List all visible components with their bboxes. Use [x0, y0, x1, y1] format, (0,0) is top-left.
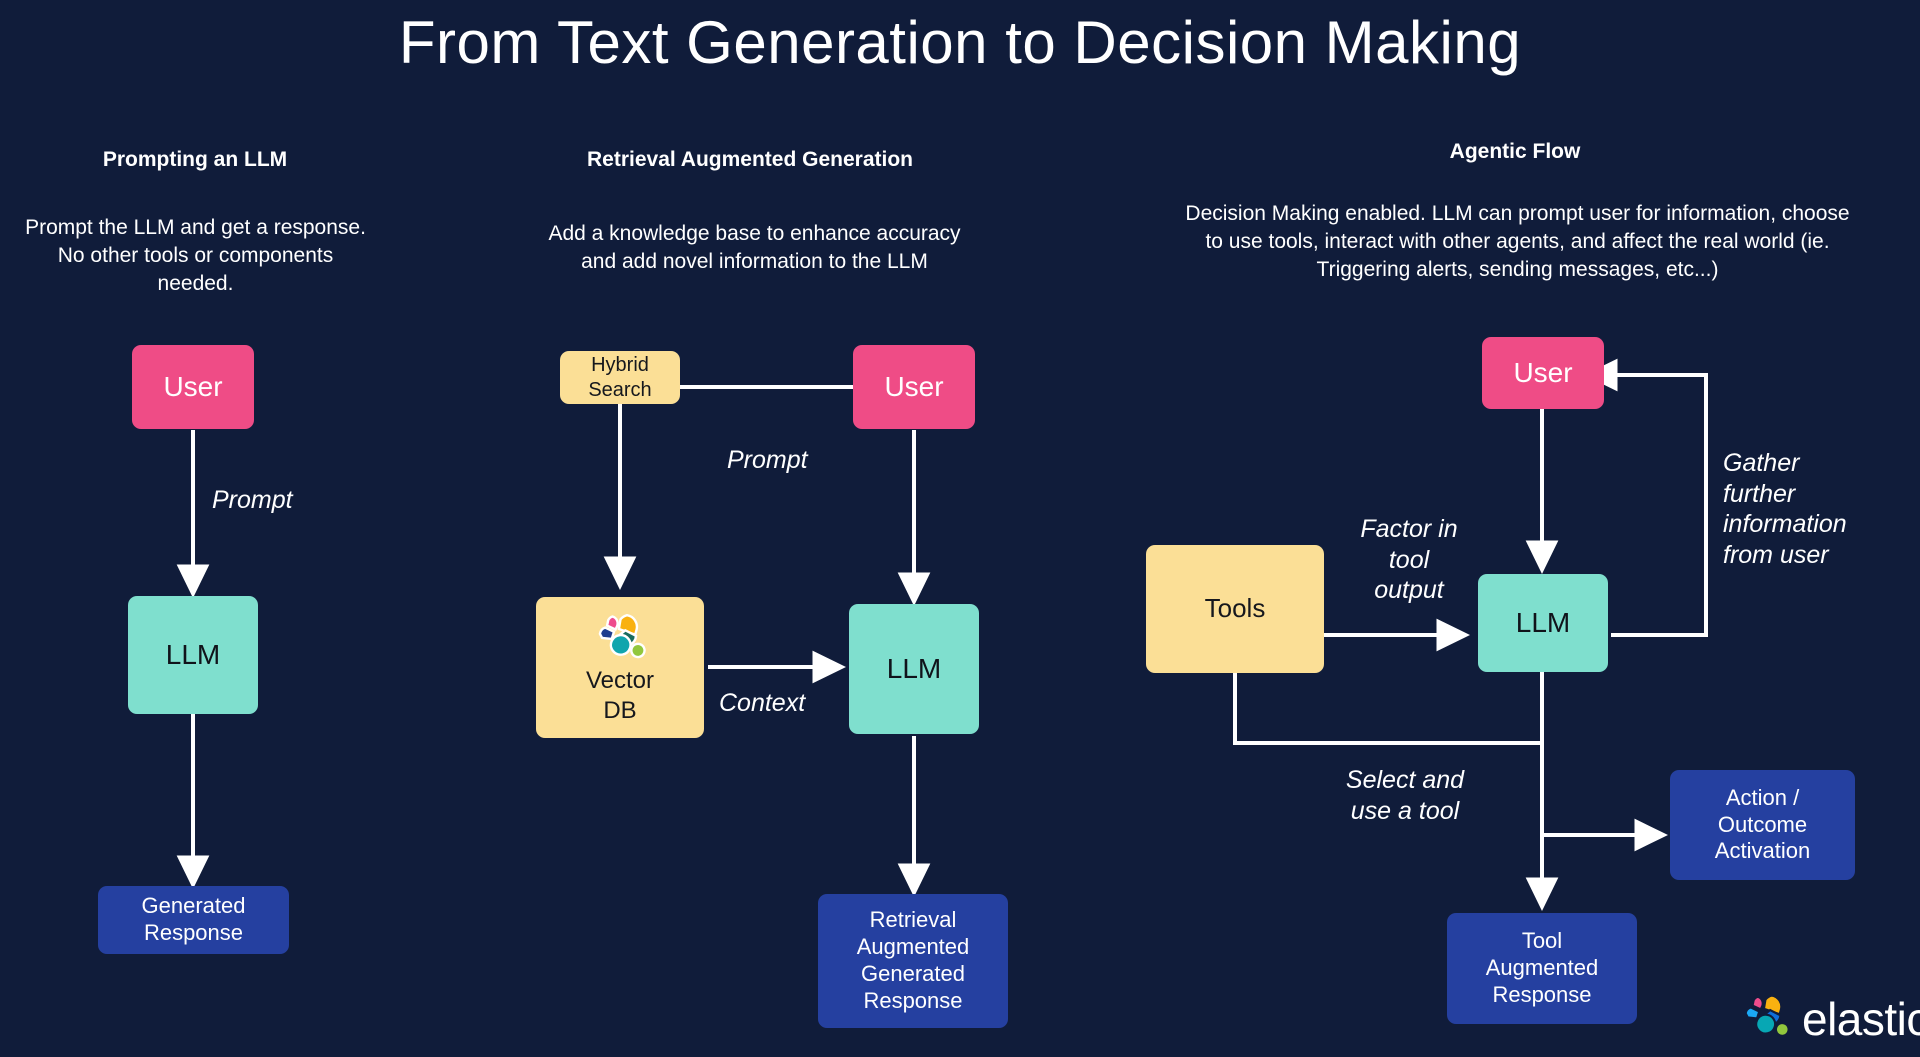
- node-label-line1: Retrieval: [869, 907, 957, 933]
- node-user-agentic[interactable]: User: [1482, 337, 1604, 409]
- node-label: LLM: [165, 638, 221, 670]
- node-label-line1: Generated: [141, 893, 246, 919]
- node-label: Tools: [1204, 593, 1266, 624]
- brand-wordmark: elastic: [1802, 993, 1920, 1045]
- node-rag-response[interactable]: Retrieval Augmented Generated Response: [818, 894, 1008, 1028]
- node-user-prompting[interactable]: User: [132, 345, 254, 429]
- node-llm-rag[interactable]: LLM: [849, 604, 979, 734]
- node-llm-prompting[interactable]: LLM: [128, 596, 258, 714]
- page-title: From Text Generation to Decision Making: [398, 9, 1522, 76]
- node-label-line4: Response: [863, 987, 963, 1013]
- edge-label-prompting-prompt: Prompt: [212, 486, 293, 514]
- diagram-canvas: From Text Generation to Decision Making …: [0, 0, 1920, 1057]
- node-llm-agentic[interactable]: LLM: [1478, 574, 1608, 672]
- node-label-line3: Activation: [1714, 838, 1811, 864]
- node-label-line1: Tool: [1521, 928, 1563, 954]
- node-user-rag[interactable]: User: [853, 345, 975, 429]
- column-heading-agentic: Agentic Flow: [1449, 140, 1581, 163]
- edge-label-factor-in-tool-output: Factor in tool output: [1360, 515, 1458, 604]
- edge-label-select-and-use-a-tool: Select and use a tool: [1345, 766, 1465, 825]
- node-label: LLM: [886, 652, 942, 684]
- node-label-line2: Augmented: [856, 934, 970, 960]
- edge-label-rag-context: Context: [719, 689, 806, 717]
- elastic-logo-icon: [1740, 993, 1790, 1045]
- node-label-line2: Response: [143, 920, 244, 945]
- node-label-line1: Hybrid: [591, 354, 649, 377]
- node-label-line2: DB: [603, 696, 637, 724]
- node-label-line2: Augmented: [1485, 955, 1599, 981]
- node-label-line2: Search: [588, 378, 652, 401]
- column-heading-prompting: Prompting an LLM: [102, 148, 288, 171]
- node-hybrid-search[interactable]: Hybrid Search: [560, 351, 680, 404]
- column-description-prompting: Prompt the LLM and get a response. No ot…: [25, 216, 366, 295]
- column-heading-rag: Retrieval Augmented Generation: [587, 148, 913, 171]
- node-generated-response[interactable]: Generated Response: [98, 886, 289, 954]
- brand-logo: elastic: [1740, 992, 1920, 1046]
- node-label: User: [884, 370, 944, 402]
- node-tool-augmented-response[interactable]: Tool Augmented Response: [1447, 913, 1637, 1024]
- node-label-line2: Outcome: [1717, 811, 1808, 837]
- node-label: User: [1513, 356, 1573, 388]
- elastic-logo-icon: [594, 613, 646, 668]
- node-label: User: [163, 370, 223, 402]
- edge-label-rag-prompt: Prompt: [727, 446, 808, 474]
- node-label: LLM: [1515, 606, 1571, 638]
- column-description-rag: Add a knowledge base to enhance accuracy…: [548, 222, 961, 273]
- column-description-agentic: Decision Making enabled. LLM can prompt …: [1185, 202, 1850, 281]
- node-vector-db[interactable]: Vector DB: [536, 597, 704, 738]
- node-label-line3: Generated: [861, 961, 965, 986]
- node-label-line1: Vector: [585, 667, 655, 695]
- node-label-line3: Response: [1492, 981, 1592, 1007]
- node-label-line1: Action /: [1725, 784, 1800, 810]
- node-tools[interactable]: Tools: [1146, 545, 1324, 673]
- node-action-outcome-activation[interactable]: Action / Outcome Activation: [1670, 770, 1855, 880]
- edge-label-gather-further-information: Gather further information from user: [1723, 449, 1847, 569]
